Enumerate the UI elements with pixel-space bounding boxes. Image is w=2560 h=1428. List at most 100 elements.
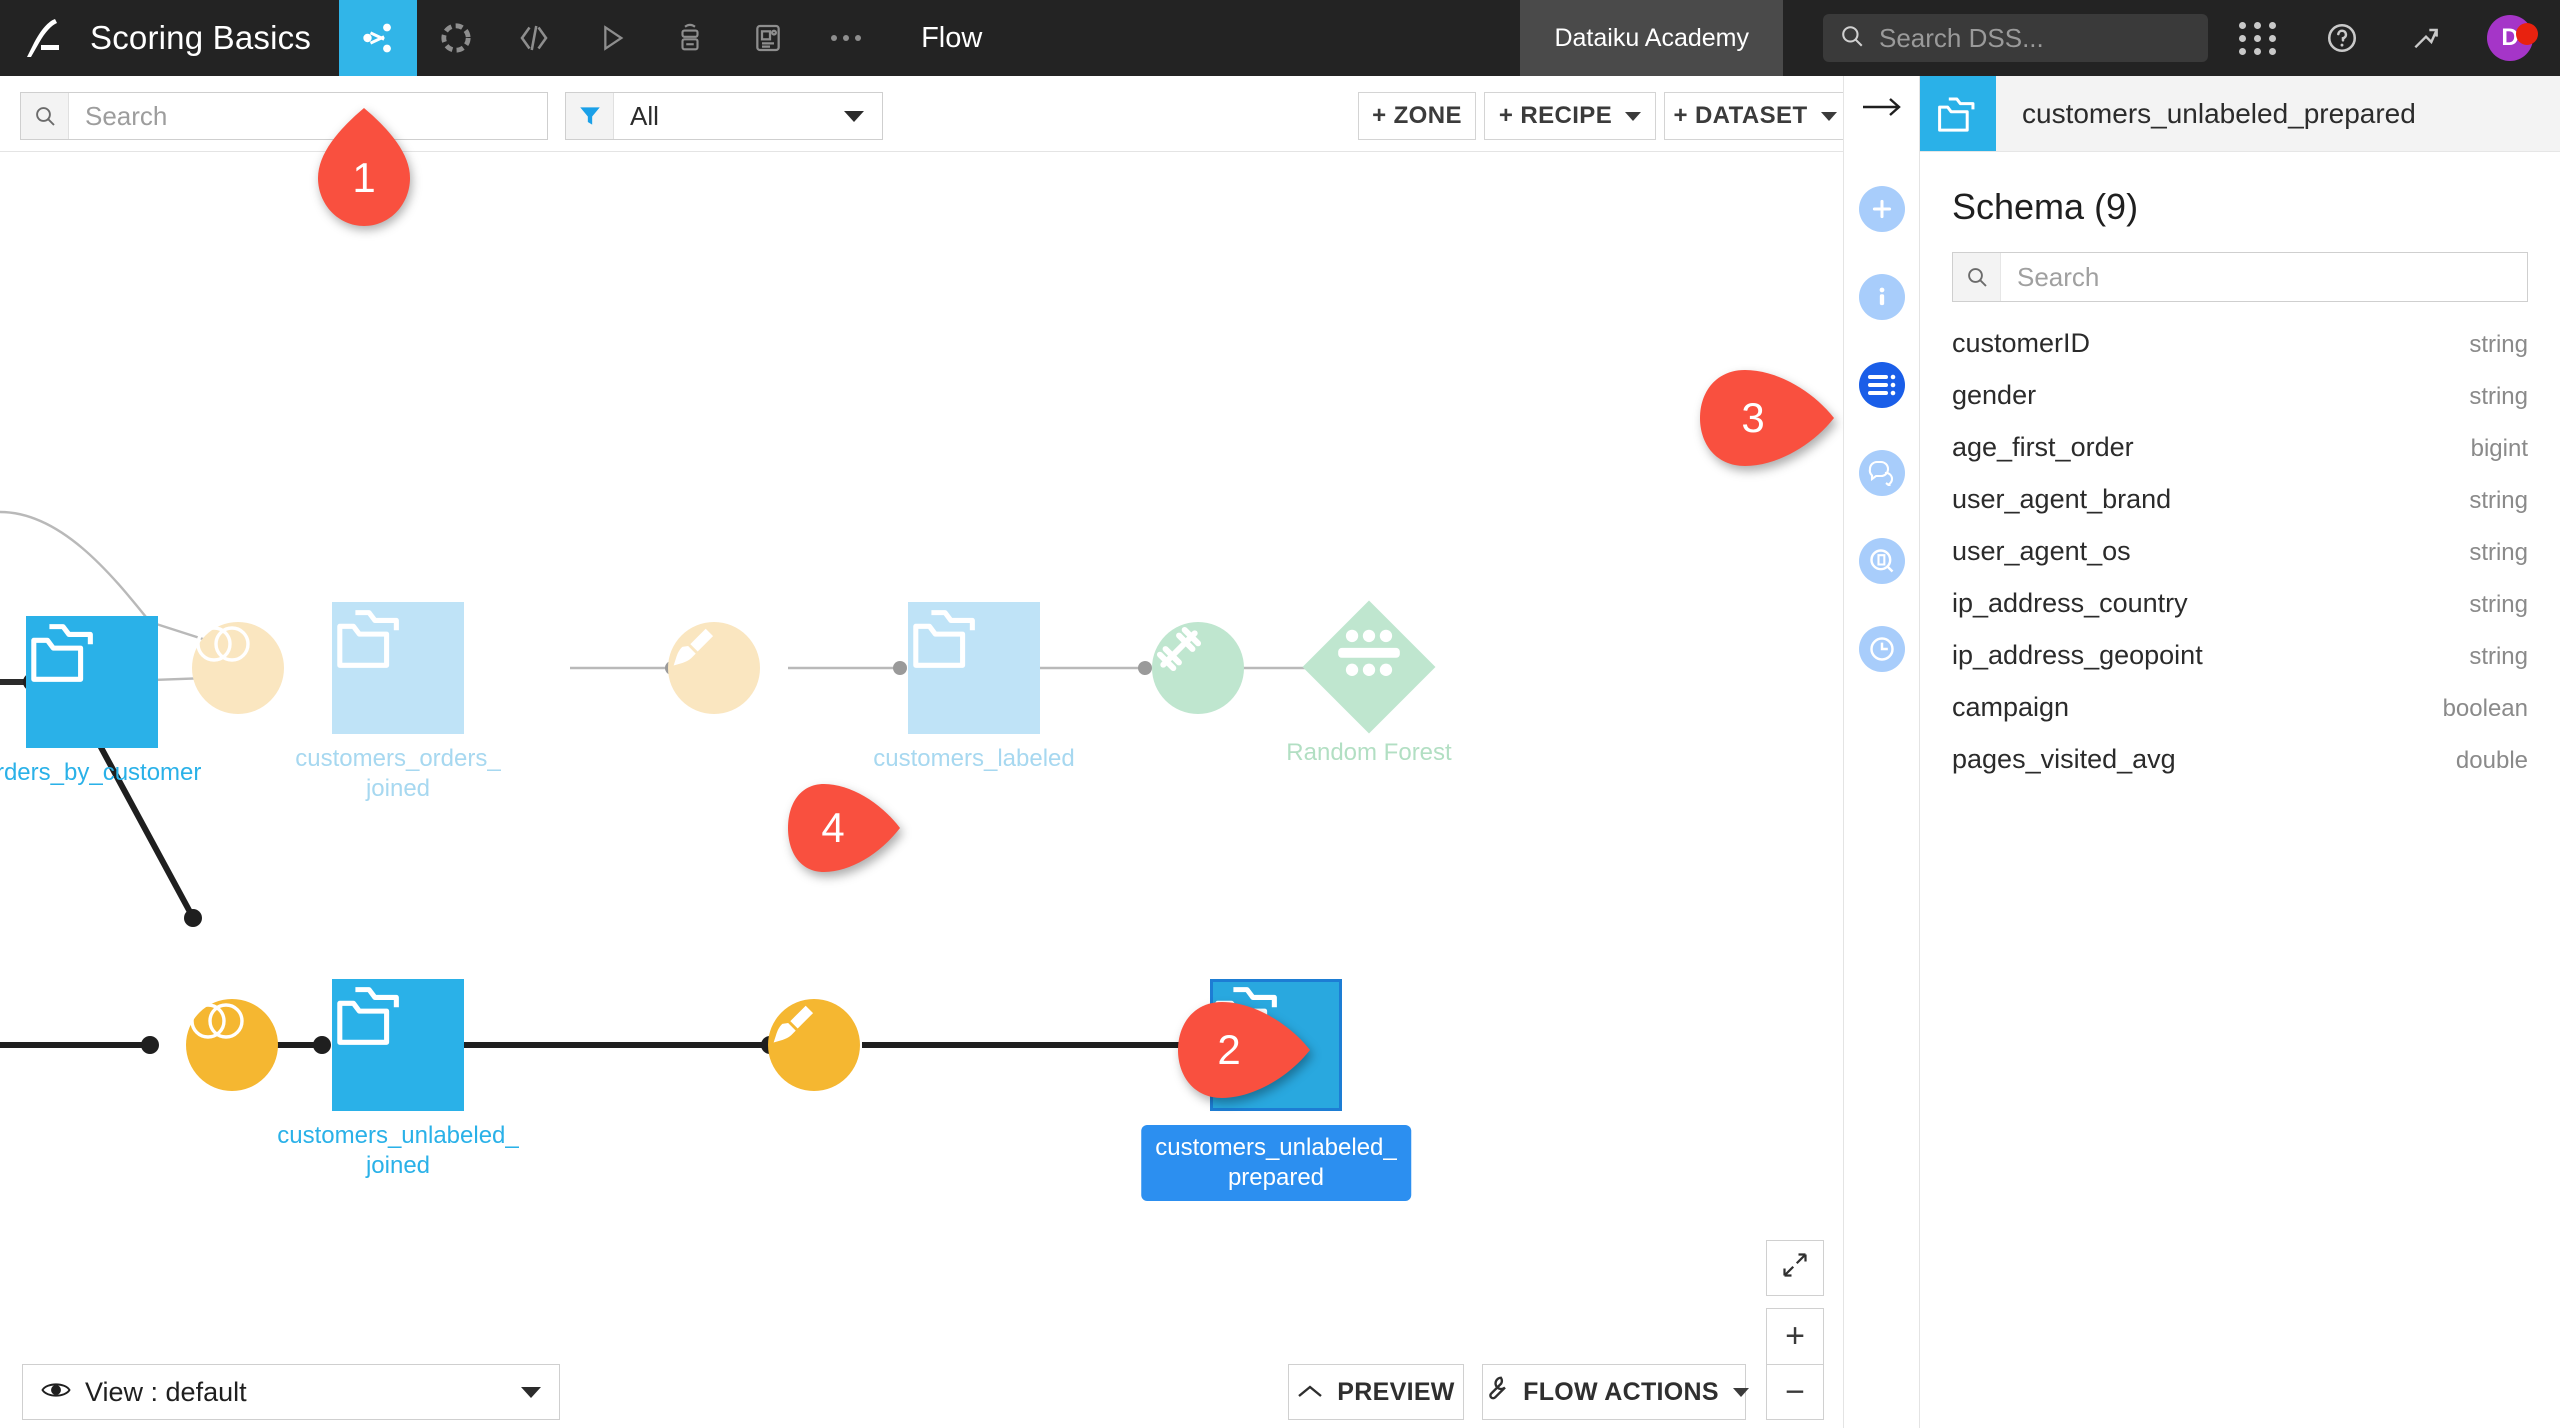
panel-header: customers_unlabeled_prepared <box>1920 76 2560 152</box>
flow-node-label-line2: prepared <box>1155 1163 1397 1193</box>
flow-canvas[interactable]: orders_by_customer customers_orders_ joi… <box>0 152 1920 1428</box>
more-ellipsis-icon[interactable] <box>807 0 885 76</box>
dataset-folder-icon <box>332 979 464 1111</box>
chevron-down-icon <box>521 1387 541 1398</box>
step-marker-4-number: 4 <box>802 802 864 854</box>
rail-details-icon[interactable] <box>1859 538 1905 584</box>
schema-row[interactable]: customerID string <box>1920 328 2560 380</box>
help-question-icon[interactable] <box>2300 21 2384 55</box>
add-zone-label: + ZONE <box>1372 102 1462 130</box>
flow-node-customers-labeled[interactable]: customers_labeled <box>908 602 1040 734</box>
zoom-in-button[interactable]: + <box>1766 1308 1824 1364</box>
schema-row[interactable]: user_agent_brand string <box>1920 484 2560 536</box>
arrow-right-icon[interactable] <box>1861 90 1903 129</box>
dataset-folder-icon <box>332 602 464 734</box>
flow-node-random-forest[interactable]: Random Forest <box>1322 620 1416 714</box>
flow-toolbar: Search All 9 datasets 1 model 7 recipes … <box>0 76 1920 152</box>
flow-node-label-line2: joined <box>295 774 500 804</box>
flow-filter-select[interactable]: All <box>565 92 883 140</box>
schema-column-name: ip_address_geopoint <box>1952 640 2203 671</box>
chevron-down-icon <box>844 111 864 122</box>
add-dataset-label: + DATASET <box>1673 102 1807 130</box>
schema-row[interactable]: gender string <box>1920 380 2560 432</box>
schema-column-name: age_first_order <box>1952 432 2134 463</box>
global-search-input[interactable]: Search DSS... <box>1823 14 2208 62</box>
filter-funnel-icon <box>566 93 614 139</box>
flow-node-label: customers_unlabeled_ joined <box>277 1121 519 1181</box>
schema-row[interactable]: pages_visited_avg double <box>1920 744 2560 796</box>
rail-info-icon[interactable] <box>1859 274 1905 320</box>
project-title[interactable]: Scoring Basics <box>90 0 339 76</box>
dataset-folder-icon <box>26 616 158 748</box>
rail-schema-icon[interactable] <box>1859 362 1905 408</box>
flow-search-placeholder: Search <box>69 101 167 132</box>
rail-history-icon[interactable] <box>1859 626 1905 672</box>
zoom-out-button[interactable]: − <box>1766 1364 1824 1420</box>
flow-icon[interactable] <box>339 0 417 76</box>
dataset-details-panel: customers_unlabeled_prepared Schema (9) … <box>1920 76 2560 1428</box>
schema-column-type: bigint <box>2471 435 2528 463</box>
chevron-down-icon <box>1821 112 1837 121</box>
instance-label[interactable]: Dataiku Academy <box>1520 0 1783 76</box>
trend-arrow-icon[interactable] <box>2384 22 2468 54</box>
preview-button[interactable]: PREVIEW <box>1288 1364 1464 1420</box>
add-recipe-button[interactable]: + RECIPE <box>1484 92 1656 140</box>
chevron-down-icon <box>1625 112 1641 121</box>
flow-search-input[interactable]: Search <box>20 92 548 140</box>
add-zone-button[interactable]: + ZONE <box>1358 92 1476 140</box>
dataiku-bird-logo-icon[interactable] <box>0 0 90 76</box>
notification-badge-dot <box>2516 23 2538 45</box>
schema-row[interactable]: campaign boolean <box>1920 692 2560 744</box>
schema-column-name: pages_visited_avg <box>1952 744 2176 775</box>
schema-row[interactable]: user_agent_os string <box>1920 536 2560 588</box>
automation-icon[interactable] <box>651 0 729 76</box>
dataset-folder-icon <box>908 602 1040 734</box>
add-dataset-button[interactable]: + DATASET <box>1664 92 1846 140</box>
apps-grid-icon[interactable] <box>2216 22 2300 55</box>
fit-screen-button[interactable] <box>1766 1240 1824 1296</box>
train-dumbbell-icon <box>1152 622 1244 714</box>
step-marker-4: 4 <box>788 784 900 872</box>
eye-icon <box>41 1379 71 1406</box>
view-select[interactable]: View : default <box>22 1364 560 1420</box>
prepare-broom-icon <box>768 999 860 1091</box>
flow-node-prepare-recipe-top[interactable] <box>668 622 760 714</box>
top-navigation-bar: Scoring Basics <box>0 0 2560 76</box>
schema-column-type: string <box>2469 331 2528 359</box>
schema-column-type: string <box>2469 643 2528 671</box>
rail-add-icon[interactable] <box>1859 186 1905 232</box>
schema-title: Schema (9) <box>1920 152 2560 228</box>
step-marker-3-number: 3 <box>1718 390 1788 446</box>
user-avatar-menu[interactable]: D <box>2468 15 2552 61</box>
schema-row[interactable]: ip_address_country string <box>1920 588 2560 640</box>
flow-node-customers-orders-joined[interactable]: customers_orders_ joined <box>332 602 464 734</box>
dashboard-icon[interactable] <box>729 0 807 76</box>
topbar-right-icons: D <box>2208 0 2560 76</box>
flow-node-join-recipe-top[interactable] <box>192 622 284 714</box>
schema-search-input[interactable]: Search <box>1952 252 2528 302</box>
schema-row[interactable]: age_first_order bigint <box>1920 432 2560 484</box>
preview-button-label: PREVIEW <box>1337 1378 1454 1407</box>
schema-column-name: customerID <box>1952 328 2090 359</box>
flow-node-label: Random Forest <box>1286 738 1451 768</box>
flow-node-prepare-recipe-bottom[interactable] <box>768 999 860 1091</box>
plus-icon: + <box>1785 1317 1805 1356</box>
schema-column-name: gender <box>1952 380 2036 411</box>
schema-row[interactable]: ip_address_geopoint string <box>1920 640 2560 692</box>
step-marker-2-number: 2 <box>1194 1022 1264 1078</box>
join-recipe-icon <box>192 622 284 714</box>
jobs-play-icon[interactable] <box>573 0 651 76</box>
rail-discussions-icon[interactable] <box>1859 450 1905 496</box>
lab-donut-icon[interactable] <box>417 0 495 76</box>
flow-node-customers-unlabeled-joined[interactable]: customers_unlabeled_ joined <box>332 979 464 1111</box>
search-icon <box>21 93 69 139</box>
flow-node-join-recipe-bottom[interactable] <box>186 999 278 1091</box>
flow-node-train-recipe[interactable] <box>1152 622 1244 714</box>
flow-actions-button[interactable]: FLOW ACTIONS <box>1482 1364 1746 1420</box>
schema-column-type: string <box>2469 591 2528 619</box>
search-icon <box>1839 23 1865 54</box>
flow-node-orders-by-customer[interactable]: orders_by_customer <box>26 616 158 748</box>
code-icon[interactable] <box>495 0 573 76</box>
model-diamond-icon <box>1303 601 1436 734</box>
flow-edges <box>0 152 1920 1428</box>
